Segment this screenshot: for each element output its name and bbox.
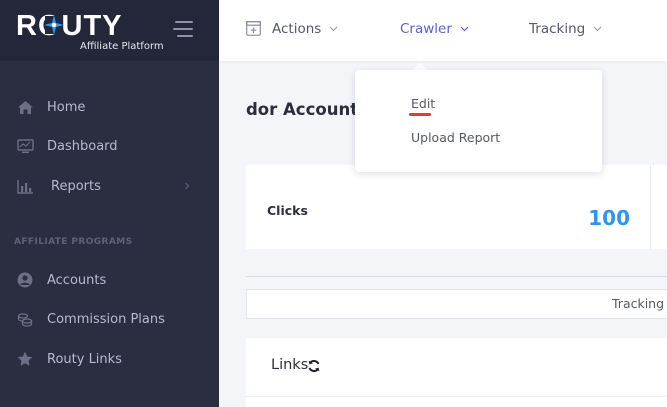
logo-star-icon [44,15,64,35]
sidebar-item-accounts[interactable]: Accounts [0,262,219,298]
section-label-affiliate-programs: AFFILIATE PROGRAMS [14,237,133,247]
sidebar-item-label: Home [47,99,86,115]
chevron-down-icon [593,26,602,32]
edit-underline-marker [409,113,431,116]
logo-text: ROUTY [16,10,123,42]
sidebar-item-label: Accounts [47,272,107,288]
menu-label: Tracking [529,20,586,37]
chevron-right-icon [185,182,190,190]
monitor-icon [16,137,34,155]
clicks-value: 100 [588,206,630,230]
sidebar: ROUTY Affiliate Platform Home Dashboard … [0,0,219,407]
sidebar-item-reports[interactable]: Reports [0,168,219,204]
tab-tracking[interactable]: Tracking [612,296,664,311]
top-navbar: Actions Crawler Tracking [219,0,667,61]
card-divider [650,165,651,249]
sidebar-item-commission-plans[interactable]: Commission Plans [0,301,219,337]
menu-label: Actions [272,20,322,37]
menu-actions[interactable]: Actions [246,0,338,57]
hamburger-menu-icon[interactable] [173,21,193,37]
chevron-down-icon [460,26,469,32]
links-divider [246,396,667,397]
clicks-label: Clicks [267,203,308,218]
refresh-icon[interactable] [307,359,321,373]
tab-bar [246,289,667,319]
links-title: Links [271,357,309,373]
home-icon [16,98,34,116]
bar-chart-icon [16,177,34,195]
sidebar-item-label: Routy Links [47,351,122,367]
crawler-dropdown [355,70,602,172]
sidebar-item-label: Dashboard [47,138,118,154]
user-circle-icon [16,271,34,289]
sidebar-item-label: Reports [51,178,101,194]
brand-header: ROUTY Affiliate Platform [0,0,219,61]
dropdown-item-edit[interactable]: Edit [411,96,435,111]
sidebar-item-label: Commission Plans [47,311,165,327]
chevron-down-icon [329,26,338,32]
menu-tracking[interactable]: Tracking [529,0,602,57]
add-square-icon [246,21,261,36]
divider [246,276,667,277]
coins-icon [16,310,34,328]
page-title: dor Account [246,100,359,119]
star-icon [16,350,34,368]
sidebar-item-dashboard[interactable]: Dashboard [0,128,219,164]
menu-crawler[interactable]: Crawler [400,0,469,57]
sidebar-item-home[interactable]: Home [0,89,219,125]
sidebar-item-routy-links[interactable]: Routy Links [0,341,219,377]
brand-subtitle: Affiliate Platform [80,41,164,52]
menu-label: Crawler [400,20,452,37]
dropdown-item-upload-report[interactable]: Upload Report [411,130,500,145]
